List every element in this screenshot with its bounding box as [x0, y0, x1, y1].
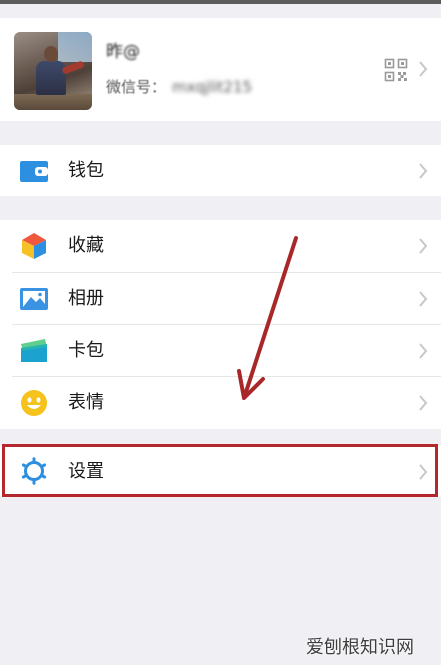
menu-item-label: 收藏: [68, 235, 104, 256]
avatar: [14, 32, 92, 110]
wechat-id-value: mxqjlit215: [172, 78, 253, 96]
menu-item-favorites[interactable]: 收藏: [0, 220, 441, 272]
chevron-right-icon: [419, 61, 428, 77]
menu-item-album[interactable]: 相册: [0, 273, 441, 325]
chevron-right-icon: [419, 464, 428, 480]
favorites-cube-icon: [22, 233, 46, 259]
profile-card[interactable]: 昨@ 微信号： mxqjlit215: [0, 18, 441, 121]
sticker-smiley-icon: [21, 390, 47, 416]
chevron-right-icon: [419, 291, 428, 307]
status-bar-edge: [0, 0, 441, 4]
wechat-id-line: 微信号： mxqjlit215: [106, 76, 252, 98]
wallet-icon: [20, 161, 48, 182]
gear-icon: [21, 457, 47, 485]
menu-item-label: 钱包: [68, 160, 104, 181]
menu-item-label: 设置: [68, 461, 104, 482]
menu-item-wallet[interactable]: 钱包: [0, 145, 441, 196]
chevron-right-icon: [419, 238, 428, 254]
album-icon: [20, 288, 48, 310]
profile-name: 昨@: [106, 42, 140, 62]
qr-code-icon[interactable]: [384, 58, 408, 82]
card-pack-icon: [21, 339, 47, 362]
menu-group: 收藏 相册 卡包 表情: [0, 220, 441, 429]
chevron-right-icon: [419, 163, 428, 179]
watermark: 爱刨根知识网: [306, 637, 414, 658]
menu-item-stickers[interactable]: 表情: [0, 377, 441, 429]
chevron-right-icon: [419, 395, 428, 411]
menu-item-label: 相册: [68, 288, 104, 309]
menu-item-card-pack[interactable]: 卡包: [0, 325, 441, 377]
menu-item-settings[interactable]: 设置: [0, 446, 441, 497]
chevron-right-icon: [419, 343, 428, 359]
menu-item-label: 卡包: [68, 340, 104, 361]
menu-item-label: 表情: [68, 392, 104, 413]
wechat-id-label: 微信号：: [106, 78, 167, 96]
